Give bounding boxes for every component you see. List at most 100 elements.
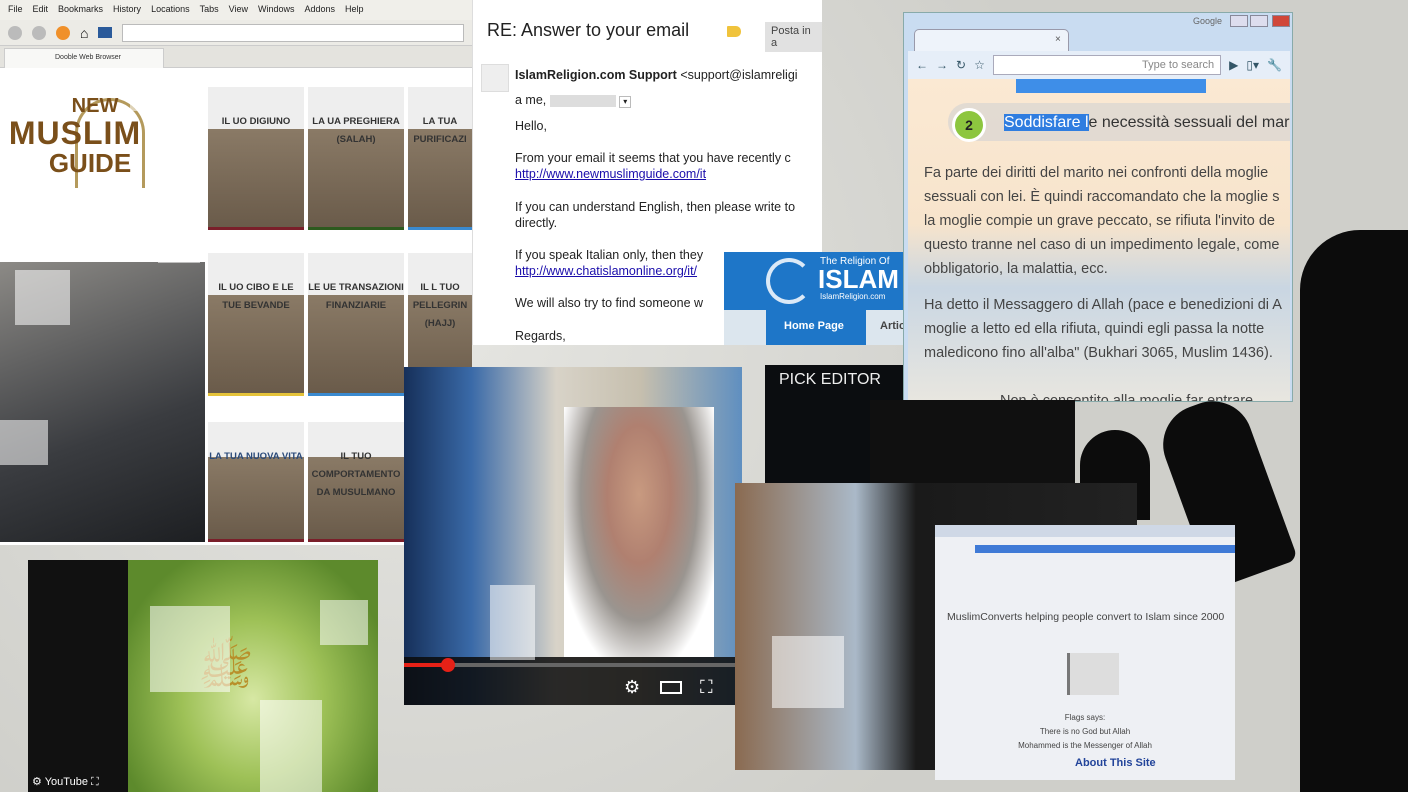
about-site-heading[interactable]: About This Site [1075,757,1156,769]
tab-bar: Dooble Web Browser [0,46,472,68]
settings-gear-icon[interactable]: ⚙ [32,776,42,788]
menu-bar: File Edit Bookmarks History Locations Ta… [0,0,472,20]
email-line: Hello, [515,119,547,133]
islamreligion-header: The Religion Of ISLAM IslamReligion.com … [724,252,905,345]
shahada-line: Mohammed is the Messenger of Allah [1018,741,1152,750]
tile-behaviour[interactable]: IL TUO COMPORTAMENTO DA MUSULMANO [308,422,404,542]
fullscreen-icon[interactable]: ⛶ [91,776,99,788]
nav-home-page[interactable]: Home Page [766,310,866,345]
chrome-toolbar: ← → ↻ ☆ Type to search ▶ ▯▾ 🔧 [908,51,1290,79]
praying-silhouette [1300,230,1408,792]
maximize-icon[interactable] [1250,15,1268,27]
theater-mode-icon[interactable] [660,681,682,694]
sender-name: IslamReligion.com Support [515,68,677,82]
menu-history[interactable]: History [113,4,141,16]
recipient: a me, [515,93,547,107]
menu-bookmarks[interactable]: Bookmarks [58,4,103,16]
back-icon[interactable] [8,25,22,40]
dark-panel [870,400,1075,485]
star-icon[interactable]: ☆ [974,58,985,72]
close-icon[interactable] [1272,15,1290,27]
reload-icon[interactable]: ↻ [956,58,966,72]
selected-text[interactable]: Soddisfare l [1004,114,1089,131]
fullscreen-icon[interactable]: ⛶ [700,677,713,698]
inbox-label[interactable]: Posta in a [765,22,822,52]
tile-finance[interactable]: LE UE TRANSAZIONI FINANZIARIE [308,253,404,396]
email-line: From your email it seems that you have r… [515,151,791,165]
menu-help[interactable]: Help [345,4,364,16]
browser-tab[interactable]: × [914,29,1069,51]
page-menu-icon[interactable]: ▯▾ [1246,58,1259,72]
speaker-video-frame [564,407,714,657]
tile-food[interactable]: IL UO CIBO E LE TUE BEVANDE [208,253,304,396]
sender-address: <support@islamreligi [680,68,798,82]
tile-purification[interactable]: LA TUA PURIFICAZI [408,87,472,230]
menu-locations[interactable]: Locations [151,4,190,16]
email-line: If you can understand English, then plea… [515,200,796,214]
email-line: Regards, [515,329,566,343]
email-link[interactable]: http://www.newmuslimguide.com/it [515,167,706,181]
youtube-player[interactable] [28,560,128,792]
chrome-browser-window: Google × ← → ↻ ☆ Type to search ▶ ▯▾ 🔧 2… [903,12,1293,402]
nav-articles[interactable]: Artic [880,320,905,332]
step-number: 2 [952,108,986,142]
flag-image [1067,653,1119,695]
url-input[interactable] [122,23,464,42]
menu-file[interactable]: File [8,4,23,16]
email-link[interactable]: http://www.chatislamonline.org/it/ [515,264,697,278]
autocomplete-dropdown[interactable] [1016,79,1206,93]
menu-addons[interactable]: Addons [304,4,335,16]
back-icon[interactable]: ← [916,58,928,72]
forward-icon[interactable]: → [936,58,948,72]
label-tag-icon[interactable] [727,26,741,37]
email-line: directly. [515,216,558,230]
go-icon[interactable]: ▶ [1229,58,1238,72]
decorative-square [15,270,70,325]
paragraph-line: Ha detto il Messaggero di Allah (pace e … [924,297,1282,313]
paragraph-line: questo tranne nel caso di un impedimento… [924,237,1280,253]
tab-dooble[interactable]: Dooble Web Browser [4,48,164,68]
details-dropdown-icon[interactable]: ▾ [619,96,632,108]
menu-tabs[interactable]: Tabs [200,4,219,16]
menu-view[interactable]: View [229,4,248,16]
paragraph-line: maledicono fino all'alba" (Bukhari 3065,… [924,345,1273,361]
menu-edit[interactable]: Edit [33,4,49,16]
email-line: We will also try to find someone w [515,296,704,310]
new-muslim-guide-logo: NEW MUSLIM GUIDE [0,95,150,205]
decorative-square [0,420,48,465]
settings-gear-icon[interactable]: ⚙ [624,677,640,698]
omnibox-input[interactable]: Type to search [992,55,1222,75]
forward-icon[interactable] [32,25,46,40]
tile-new-life[interactable]: LA TUA NUOVA VITA [208,422,304,542]
tab-close-icon[interactable]: × [1055,34,1061,45]
site-logo-icon [766,258,812,304]
decorative-square [130,76,165,111]
wrench-icon[interactable]: 🔧 [1267,58,1282,72]
nav-toolbar: ⌂ [0,20,472,46]
youtube-logo[interactable]: YouTube [45,776,88,788]
minimize-icon[interactable] [1230,15,1248,27]
laptop-screen-website: MuslimConverts helping people convert to… [935,525,1235,780]
paragraph-line: Fa parte dei diritti del marito nei conf… [924,165,1269,181]
decorative-square [490,585,535,660]
home-icon[interactable]: ⌂ [80,25,88,41]
decorative-square [772,636,844,708]
tile-prayer[interactable]: LA UA PREGHIERA (SALAH) [308,87,404,230]
heading-text: e necessità sessuali del marit [1088,114,1291,131]
progress-scrubber[interactable] [440,658,455,672]
desktop-icon[interactable] [98,27,113,38]
search-suggestion [975,545,1235,553]
video-player[interactable]: ⚙ ⛶ [404,367,742,705]
decorative-square [158,195,200,263]
logo-text: MUSLIM [8,115,142,151]
paragraph-line: sessuali con lei. È quindi raccomandato … [924,189,1280,205]
email-subject: RE: Answer to your email [487,20,690,40]
sender-avatar [481,64,509,92]
site-tagline: MuslimConverts helping people convert to… [947,611,1225,623]
stop-icon[interactable] [56,25,70,40]
menu-windows[interactable]: Windows [258,4,295,16]
shahada-line: There is no God but Allah [1039,727,1131,736]
decorative-square [150,606,230,692]
tile-fasting[interactable]: IL UO DIGIUNO [208,87,304,230]
paragraph-line: obbligatorio, la malattia, ecc. [924,261,1108,277]
